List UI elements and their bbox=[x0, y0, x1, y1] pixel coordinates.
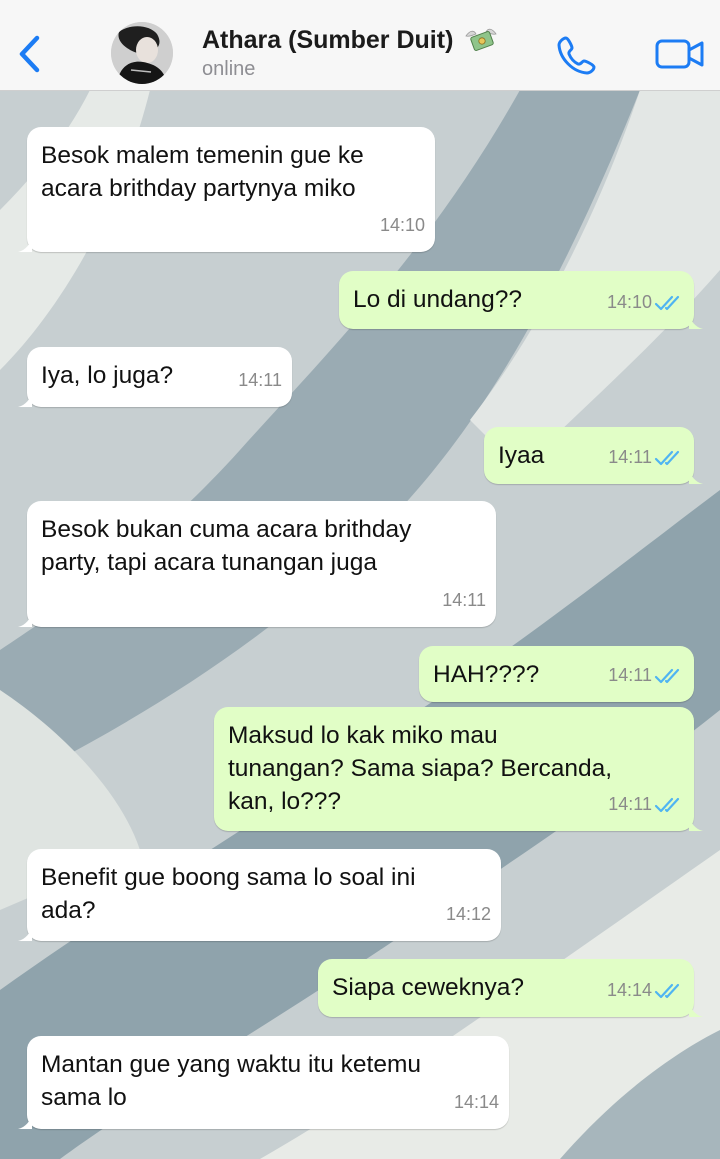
message-list: Besok malem temenin gue ke acara brithda… bbox=[0, 90, 720, 1159]
message-time: 14:12 bbox=[445, 904, 491, 924]
message-text: HAH???? bbox=[433, 661, 540, 688]
message-text: Besok malem temenin gue ke acara brithda… bbox=[41, 142, 364, 202]
video-call-button[interactable] bbox=[654, 36, 706, 72]
bubble-tail bbox=[689, 470, 703, 484]
message-text: Benefit gue boong sama lo soal ini ada? bbox=[41, 864, 416, 924]
read-receipt-icon bbox=[654, 983, 680, 998]
message-bubble[interactable]: Iyaa 14:11 bbox=[484, 427, 703, 484]
message-bubble[interactable]: Benefit gue boong sama lo soal ini ada? … bbox=[18, 849, 501, 941]
bubble-tail bbox=[18, 393, 32, 407]
chat-header: Athara (Sumber Duit) online bbox=[0, 0, 720, 91]
read-receipt-icon bbox=[654, 450, 680, 465]
bubble-tail bbox=[689, 315, 703, 329]
contact-name-row[interactable]: Athara (Sumber Duit) bbox=[202, 26, 498, 56]
bubble-tail bbox=[689, 817, 703, 831]
message-text: Mantan gue yang waktu itu ketemu sama lo bbox=[41, 1051, 421, 1111]
message-text: Maksud lo kak miko mau tunangan? Sama si… bbox=[228, 722, 613, 815]
video-camera-icon bbox=[655, 39, 704, 69]
contact-status: online bbox=[202, 58, 256, 80]
bubble-tail bbox=[18, 613, 32, 627]
message-time: 14:11 bbox=[608, 447, 652, 467]
message-bubble[interactable]: Siapa ceweknya? 14:14 bbox=[318, 959, 703, 1017]
message-text: Iya, lo juga? bbox=[41, 362, 174, 389]
avatar-image bbox=[111, 22, 173, 84]
bubble-tail bbox=[18, 1115, 32, 1129]
message-text: Besok bukan cuma acara brithday party, t… bbox=[41, 516, 412, 576]
back-button[interactable] bbox=[10, 30, 50, 78]
contact-avatar[interactable] bbox=[111, 22, 173, 84]
bubble-tail bbox=[18, 238, 32, 252]
contact-name: Athara (Sumber Duit) bbox=[202, 26, 454, 54]
message-text: Siapa ceweknya? bbox=[332, 974, 525, 1001]
message-bubble[interactable]: Iya, lo juga? 14:11 bbox=[18, 347, 292, 407]
bubble-tail bbox=[689, 1003, 703, 1017]
bubble-tail bbox=[18, 927, 32, 941]
message-time: 14:11 bbox=[442, 590, 486, 610]
money-with-wings-icon bbox=[465, 29, 498, 52]
message-time: 14:14 bbox=[453, 1092, 499, 1112]
message-bubble[interactable]: Lo di undang?? 14:10 bbox=[339, 271, 703, 329]
read-receipt-icon bbox=[654, 295, 680, 310]
chevron-left-icon bbox=[19, 35, 40, 73]
message-text: Iyaa bbox=[498, 442, 545, 469]
message-time: 14:10 bbox=[379, 215, 425, 235]
phone-icon bbox=[557, 36, 596, 75]
message-bubble[interactable]: Besok bukan cuma acara brithday party, t… bbox=[18, 501, 496, 627]
voice-call-button[interactable] bbox=[556, 34, 598, 76]
message-time: 14:14 bbox=[606, 980, 652, 1000]
message-time: 14:11 bbox=[608, 794, 652, 814]
message-bubble[interactable]: Maksud lo kak miko mau tunangan? Sama si… bbox=[214, 707, 703, 831]
message-time: 14:11 bbox=[238, 370, 282, 390]
read-receipt-icon bbox=[654, 668, 680, 683]
message-time: 14:10 bbox=[606, 292, 652, 312]
message-bubble[interactable]: Mantan gue yang waktu itu ketemu sama lo… bbox=[18, 1036, 509, 1129]
message-time: 14:11 bbox=[608, 665, 652, 685]
message-text: Lo di undang?? bbox=[353, 286, 522, 313]
message-bubble[interactable]: Besok malem temenin gue ke acara brithda… bbox=[18, 127, 435, 252]
read-receipt-icon bbox=[654, 797, 680, 812]
message-bubble[interactable]: HAH???? 14:11 bbox=[419, 646, 694, 702]
